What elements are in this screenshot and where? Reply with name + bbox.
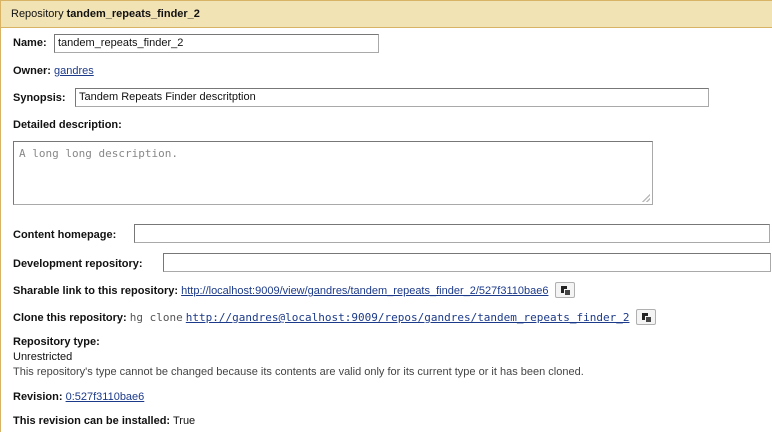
- panel-header: Repository tandem_repeats_finder_2: [1, 0, 772, 28]
- description-row: Detailed description:: [13, 119, 122, 131]
- owner-link[interactable]: gandres: [54, 65, 94, 77]
- repository-panel: Repository tandem_repeats_finder_2 Name:…: [0, 0, 772, 432]
- owner-row: Owner: gandres: [13, 65, 94, 77]
- revision-link[interactable]: 0:527f3110bae6: [66, 391, 145, 403]
- resize-grip-icon[interactable]: [642, 194, 650, 202]
- revision-row: Revision: 0:527f3110bae6: [13, 391, 144, 403]
- repo-type-value: Unrestricted: [13, 351, 73, 363]
- dev-repo-input[interactable]: [163, 253, 771, 272]
- copy-sharable-button[interactable]: [554, 282, 575, 298]
- name-row: Name:: [13, 37, 47, 49]
- dev-repo-row: Development repository:: [13, 258, 143, 270]
- copy-clone-button[interactable]: [635, 309, 656, 325]
- clone-row: Clone this repository: hg clone http://g…: [13, 309, 656, 326]
- installable-row: This revision can be installed: True: [13, 415, 195, 427]
- repo-type-note: This repository's type cannot be changed…: [13, 366, 584, 378]
- owner-label: Owner:: [13, 65, 51, 77]
- content-homepage-row: Content homepage:: [13, 229, 116, 241]
- name-label: Name:: [13, 37, 47, 49]
- description-text: A long long description.: [19, 147, 178, 160]
- content-homepage-input[interactable]: [134, 224, 770, 243]
- header-repo-name: tandem_repeats_finder_2: [66, 8, 200, 20]
- clone-label: Clone this repository:: [13, 311, 127, 324]
- repo-type-label: Repository type:: [13, 336, 100, 348]
- dev-repo-label: Development repository:: [13, 258, 143, 270]
- revision-label: Revision:: [13, 391, 63, 403]
- synopsis-input[interactable]: Tandem Repeats Finder descritption: [75, 88, 709, 107]
- sharable-link[interactable]: http://localhost:9009/view/gandres/tande…: [181, 285, 548, 297]
- name-input[interactable]: tandem_repeats_finder_2: [54, 34, 379, 53]
- installable-value: True: [172, 415, 196, 427]
- sharable-row: Sharable link to this repository: http:/…: [13, 282, 575, 299]
- synopsis-row: Synopsis:: [13, 92, 66, 104]
- repo-type-note-row: This repository's type cannot be changed…: [13, 366, 584, 378]
- clone-command: hg clone: [129, 310, 183, 324]
- synopsis-label: Synopsis:: [13, 92, 66, 104]
- repo-type-heading-row: Repository type:: [13, 336, 100, 348]
- repo-type-value-row: Unrestricted: [13, 351, 72, 363]
- description-textarea[interactable]: A long long description.: [13, 141, 653, 205]
- installable-label: This revision can be installed:: [13, 415, 171, 427]
- header-prefix: Repository: [11, 8, 64, 20]
- description-label: Detailed description:: [13, 119, 122, 131]
- sharable-label: Sharable link to this repository:: [13, 284, 179, 297]
- content-homepage-label: Content homepage:: [13, 229, 117, 241]
- clone-url[interactable]: http://gandres@localhost:9009/repos/gand…: [186, 311, 630, 324]
